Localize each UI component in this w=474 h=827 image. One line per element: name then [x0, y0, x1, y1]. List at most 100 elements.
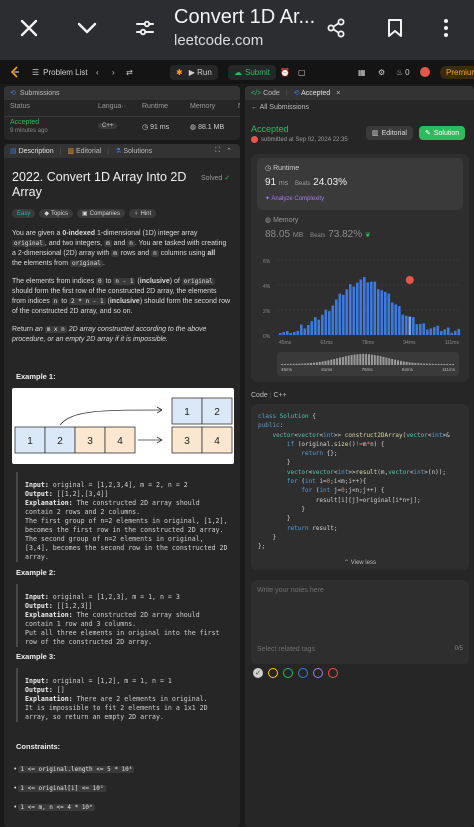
mini-bar — [350, 355, 353, 365]
bookmark-icon[interactable] — [382, 0, 408, 56]
your-result-marker — [405, 276, 414, 284]
tab-code[interactable]: </> Code — [251, 90, 280, 97]
view-less-button[interactable]: ⌃ View less — [251, 559, 469, 566]
example-1-title: Example 1: — [16, 372, 56, 381]
color-swatch-green[interactable] — [283, 668, 293, 678]
topics-tag[interactable]: ◆ Topics — [39, 209, 73, 218]
debug-icon[interactable]: ✱ — [176, 68, 183, 77]
problem-statement: You are given a 0-indexed 1-dimensional … — [12, 230, 231, 343]
all-submissions-link[interactable]: ← All Submissions — [251, 104, 309, 111]
histogram-bar — [363, 277, 366, 335]
avatar[interactable] — [420, 60, 430, 84]
streak-counter[interactable]: ♨ 0 — [396, 60, 410, 84]
histogram-bar — [440, 331, 443, 335]
mini-bar — [408, 362, 411, 365]
histogram-bar — [436, 325, 440, 335]
runtime-distribution-chart[interactable] — [257, 252, 463, 348]
mini-bar — [356, 354, 359, 365]
editorial-button[interactable]: ▥ Editorial — [366, 126, 413, 140]
mini-bar — [446, 363, 449, 365]
notes-icon[interactable]: ▢ — [298, 60, 306, 84]
premium-badge[interactable]: Premium — [440, 65, 474, 79]
tab-description[interactable]: ▤ Description — [10, 147, 54, 155]
prev-problem-icon[interactable]: ‹ — [96, 60, 99, 84]
notes-box[interactable]: Write your notes here Select related tag… — [251, 580, 469, 664]
diagram-left-3: 3 — [87, 436, 93, 447]
mini-bar — [353, 354, 356, 365]
timer-icon[interactable]: ⏰ — [280, 60, 290, 84]
chevron-up-icon: ⌃ — [344, 560, 350, 566]
settings-icon[interactable]: ⚙ — [378, 60, 385, 84]
mini-bar — [330, 359, 333, 365]
site-settings-icon[interactable] — [130, 0, 160, 56]
notes-input[interactable]: Write your notes here — [257, 587, 324, 594]
mini-bar — [399, 360, 402, 365]
tab-accepted[interactable]: ⟲ Accepted — [294, 89, 331, 97]
mini-bar — [405, 361, 408, 365]
color-swatch-yellow[interactable] — [268, 668, 278, 678]
analyze-complexity-link[interactable]: ✦ Analyze Complexity — [265, 195, 324, 202]
table-row[interactable]: Accepted 9 minutes ago C++ ◷ 91 ms ◍ 88.… — [10, 119, 240, 137]
submit-button[interactable]: ☁ Submit — [228, 64, 276, 80]
clock-icon: ◷ — [142, 124, 149, 131]
solution-button[interactable]: ✎ Solution — [419, 126, 466, 140]
check-circle-icon: ✓ — [224, 175, 231, 182]
memory-box[interactable]: ◍ Memory — [265, 216, 298, 224]
hint-tag[interactable]: ♀ Hint — [129, 209, 157, 218]
mini-bar — [281, 363, 283, 365]
histogram-bar — [328, 311, 331, 335]
x-axis-labels: 45ms 61ms 78ms 94ms 111ms — [279, 340, 459, 346]
color-swatch-red[interactable] — [328, 668, 338, 678]
tags-input[interactable]: Select related tags — [257, 646, 315, 653]
problem-list-button[interactable]: ☰ Problem List — [32, 60, 88, 84]
close-icon[interactable] — [14, 0, 44, 56]
sparkle-icon: ✦ — [265, 196, 271, 202]
histogram-bar — [310, 321, 314, 335]
problem-tags: Easy ◆ Topics ▣ Companies ♀ Hint — [12, 209, 157, 218]
histogram-bar — [447, 327, 450, 335]
mini-bar — [341, 356, 344, 365]
leetcode-logo-icon[interactable] — [10, 60, 20, 84]
expand-icon[interactable]: ⛶ — [215, 147, 220, 155]
mini-bar — [327, 360, 330, 365]
mini-bar — [318, 361, 321, 365]
chevron-down-icon[interactable] — [72, 0, 102, 56]
mini-bar — [394, 359, 397, 365]
color-swatch-selected[interactable]: ✓ — [253, 668, 263, 678]
tab-editorial[interactable]: ▥ Editorial — [67, 147, 101, 155]
share-icon[interactable] — [322, 0, 350, 56]
url-text[interactable]: leetcode.com — [174, 32, 263, 49]
histogram-bar — [335, 299, 338, 335]
list-icon: ☰ — [32, 67, 40, 77]
example-1-diagram: 1 2 3 4 1 2 3 4 — [12, 388, 234, 464]
difficulty-badge[interactable]: Easy — [12, 209, 36, 218]
memory-icon: ◍ — [190, 124, 197, 131]
mini-bar — [420, 363, 423, 365]
list-item: • 1 <= original[i] <= 10⁵ — [14, 785, 106, 792]
histogram-bar — [286, 331, 289, 335]
histogram-bar — [324, 309, 328, 335]
mini-bar — [431, 363, 434, 365]
companies-tag[interactable]: ▣ Companies — [76, 209, 126, 218]
more-vertical-icon[interactable] — [436, 0, 456, 56]
next-problem-icon[interactable]: › — [112, 60, 115, 84]
range-slider[interactable]: 45ms 61ms 78ms 94ms 111ms — [277, 352, 459, 376]
submissions-panel: ⟲ Submissions Status Langua·· Runtime Me… — [4, 86, 240, 140]
solved-badge: Solved ✓ — [201, 175, 231, 182]
layout-icon[interactable]: ▦ — [358, 60, 366, 84]
histogram-bar — [450, 332, 454, 335]
lock-icon: ▣ — [81, 211, 88, 217]
close-tab-icon[interactable]: × — [336, 90, 340, 97]
collapse-icon[interactable]: ⌃ — [226, 147, 232, 155]
diagram-left-2: 2 — [57, 436, 63, 447]
run-button[interactable]: ▶ Run — [189, 68, 212, 77]
histogram-bar — [401, 314, 405, 335]
shuffle-icon[interactable]: ⇄ — [126, 60, 133, 84]
color-swatch-blue[interactable] — [298, 668, 308, 678]
runtime-box[interactable]: ◷ Runtime 91 ms Beats 24.03% ✦ Analyze C… — [257, 158, 463, 210]
histogram-bar — [408, 316, 412, 335]
submissions-tab[interactable]: Submissions — [20, 90, 60, 97]
tab-solutions[interactable]: ⚗ Solutions — [115, 147, 152, 155]
color-swatch-purple[interactable] — [313, 668, 323, 678]
histogram-bar — [457, 328, 461, 335]
